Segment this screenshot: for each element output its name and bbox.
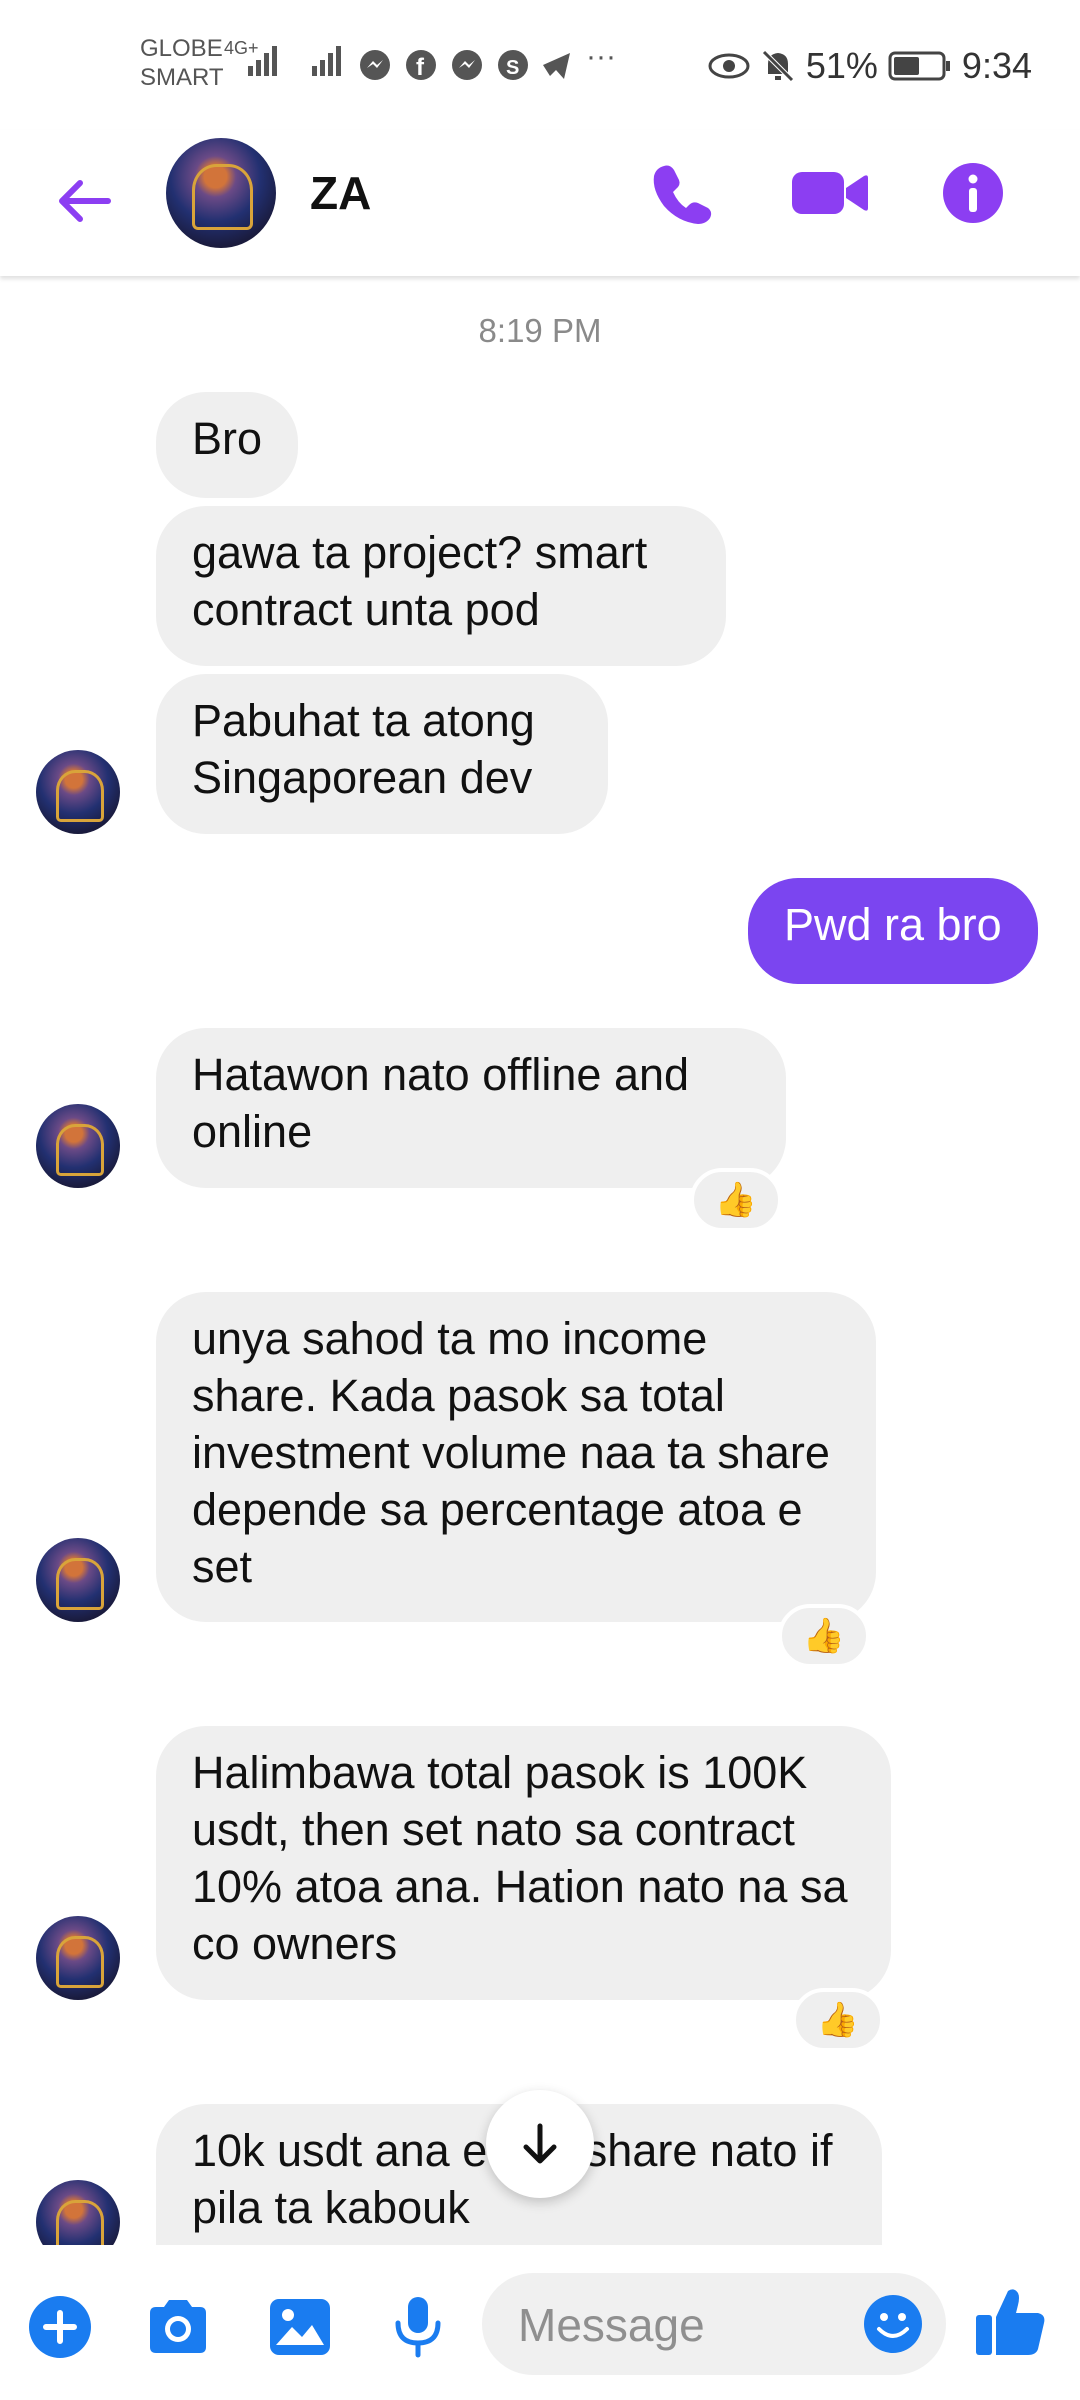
contact-avatar[interactable]: [166, 138, 276, 248]
contact-name[interactable]: ZA: [310, 166, 371, 220]
sender-avatar[interactable]: [36, 1538, 120, 1622]
mute-bell-icon: [762, 50, 794, 82]
info-icon[interactable]: [938, 158, 1008, 228]
carrier-info: GLOBE SMART: [140, 34, 224, 92]
composer: [0, 2245, 1080, 2400]
my-message-bubble[interactable]: Pwd ra bro: [748, 878, 1038, 984]
message-bubble[interactable]: gawa ta project? smart contract unta pod: [156, 506, 726, 666]
status-bar: GLOBE SMART 4G+ f S ··· 51% 9:34: [0, 0, 1080, 130]
reaction-badge[interactable]: 👍: [792, 1988, 884, 2052]
back-arrow-icon[interactable]: [50, 168, 116, 234]
sender-avatar[interactable]: [36, 750, 120, 834]
signal-2-icon: [312, 46, 341, 76]
arrow-down-icon: [523, 2123, 557, 2164]
thumbs-up-icon[interactable]: [972, 2283, 1050, 2361]
message-bubble[interactable]: Bro: [156, 392, 299, 498]
svg-text:S: S: [506, 57, 519, 79]
overflow-indicator: ···: [586, 40, 616, 73]
svg-text:f: f: [416, 54, 425, 81]
eye-icon: [708, 53, 750, 79]
plus-icon[interactable]: [26, 2293, 94, 2361]
video-icon[interactable]: [790, 158, 870, 228]
battery-percent: 51%: [805, 45, 878, 86]
scroll-to-bottom-button[interactable]: [486, 2090, 594, 2198]
image-icon[interactable]: [266, 2293, 334, 2361]
signal-icon: [248, 46, 277, 76]
sender-avatar[interactable]: [36, 1104, 120, 1188]
battery-icon: [888, 51, 950, 81]
message-bubble[interactable]: Hatawon nato offline and online: [156, 1028, 786, 1188]
message-bubble[interactable]: unya sahod ta mo income share. Kada paso…: [156, 1292, 876, 1622]
microphone-icon[interactable]: [384, 2293, 452, 2361]
emoji-icon[interactable]: [862, 2293, 924, 2355]
chat-header: ZA: [0, 130, 1080, 276]
camera-icon[interactable]: [144, 2293, 212, 2361]
phone-icon[interactable]: [648, 158, 718, 228]
message-bubble[interactable]: Halimbawa total pasok is 100K usdt, then…: [156, 1726, 891, 2000]
carrier-smart: SMART: [140, 64, 224, 91]
message-field[interactable]: [482, 2273, 946, 2377]
reaction-badge[interactable]: 👍: [690, 1168, 782, 1232]
sender-avatar[interactable]: [36, 1916, 120, 2000]
reaction-badge[interactable]: 👍: [778, 1604, 870, 1668]
clock: 9:34: [961, 45, 1032, 86]
timestamp: 8:19 PM: [478, 312, 602, 349]
message-bubble[interactable]: Pabuhat ta atong Singaporean dev: [156, 674, 608, 834]
carrier-globe: GLOBE: [140, 35, 223, 62]
notification-icons: f S: [360, 50, 570, 81]
message-input[interactable]: [516, 2273, 850, 2377]
